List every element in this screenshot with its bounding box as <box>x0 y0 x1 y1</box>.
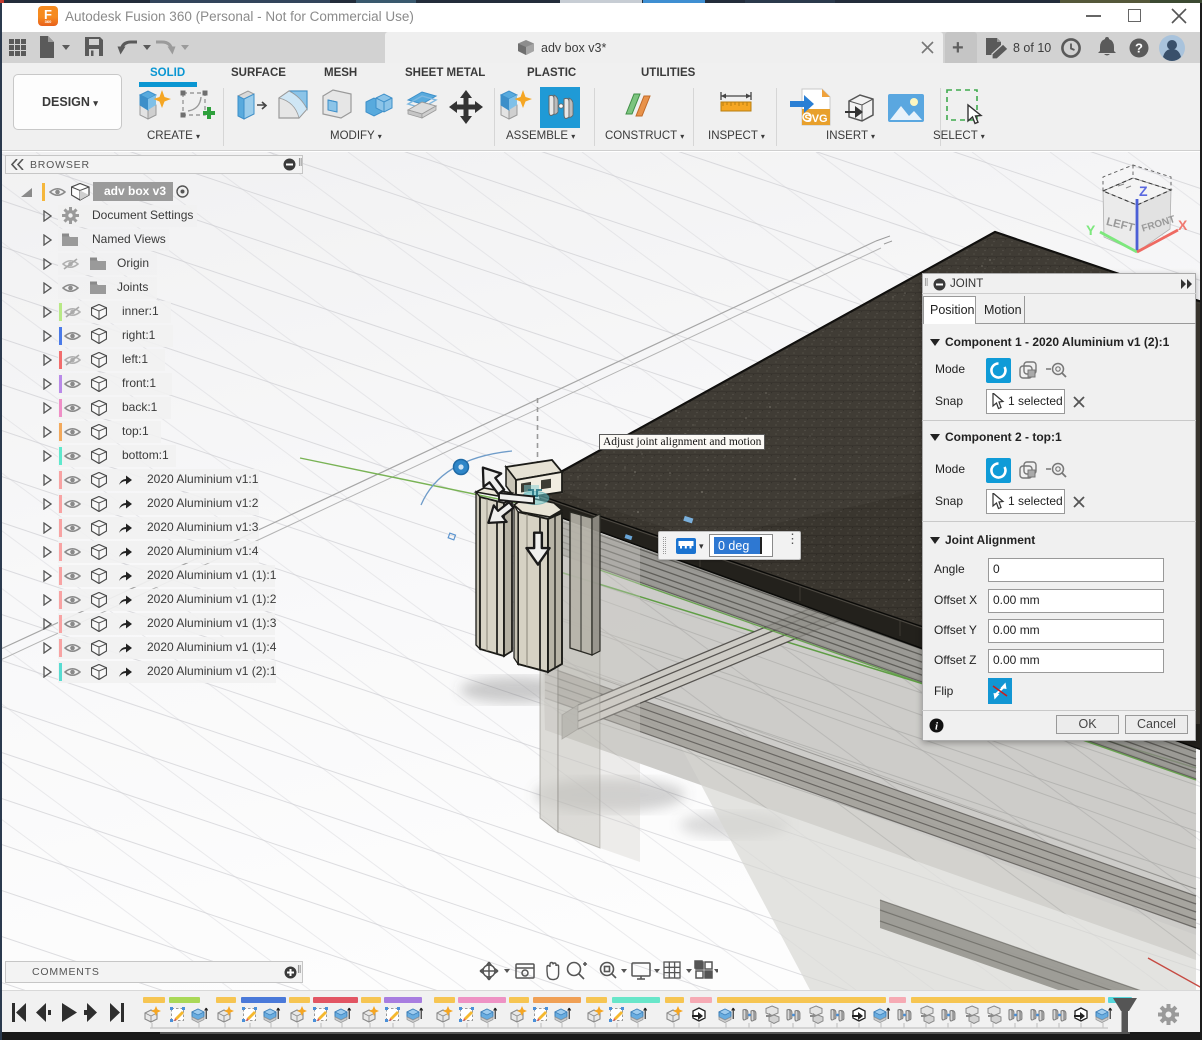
svg-text:X: X <box>1178 217 1188 233</box>
svg-text:Z: Z <box>1139 183 1148 199</box>
svg-text:SVG: SVG <box>804 113 827 125</box>
svg-text:Y: Y <box>1086 222 1096 238</box>
svg-text:?: ? <box>1135 41 1143 56</box>
